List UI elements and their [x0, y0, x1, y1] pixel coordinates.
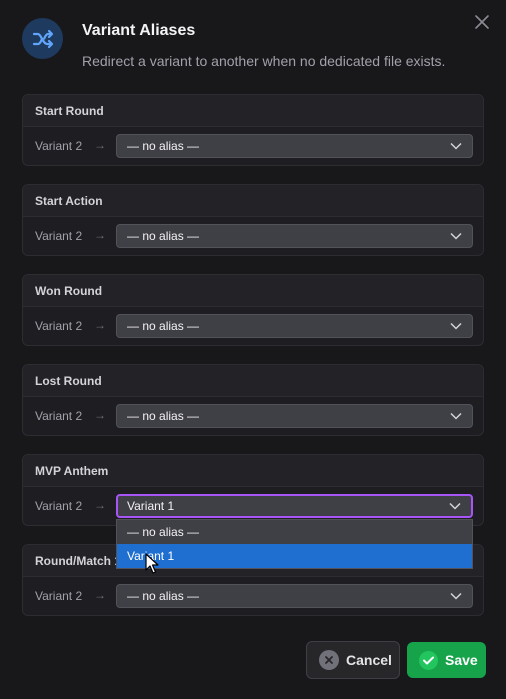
mouse-cursor-icon — [145, 553, 159, 574]
arrow-icon: → — [94, 318, 106, 332]
section-title: MVP Anthem — [23, 455, 483, 487]
section-title: Start Round — [23, 95, 483, 127]
alias-select[interactable]: — no alias — — [116, 314, 473, 338]
chevron-down-icon — [450, 592, 462, 600]
dropdown-option-selected[interactable]: Variant 1 — [117, 544, 472, 568]
variant-label: Variant 2 — [35, 589, 83, 603]
alias-row: Variant 2 → — no alias — — [23, 217, 483, 255]
variant-label: Variant 2 — [35, 409, 83, 423]
save-label: Save — [445, 652, 478, 668]
dropdown-option[interactable]: — no alias — — [117, 520, 472, 544]
cancel-label: Cancel — [346, 652, 392, 668]
section-title: Won Round — [23, 275, 483, 307]
chevron-down-icon — [450, 232, 462, 240]
alias-select-value: Variant 1 — [127, 499, 175, 513]
variant-label: Variant 2 — [35, 319, 83, 333]
dialog-subtitle: Redirect a variant to another when no de… — [82, 53, 446, 69]
arrow-icon: → — [94, 408, 106, 422]
section-start-round: Start Round Variant 2 → — no alias — — [22, 94, 484, 166]
alias-select-value: — no alias — — [127, 229, 200, 243]
arrow-icon: → — [94, 498, 106, 512]
alias-row: Variant 2 → — no alias — — [23, 577, 483, 615]
alias-select[interactable]: — no alias — — [116, 584, 473, 608]
close-button[interactable] — [472, 12, 492, 32]
alias-select-value: — no alias — — [127, 139, 200, 153]
close-circle-icon — [319, 650, 339, 670]
alias-select-value: — no alias — — [127, 319, 200, 333]
section-title: Start Action — [23, 185, 483, 217]
section-lost-round: Lost Round Variant 2 → — no alias — — [22, 364, 484, 436]
variant-label: Variant 2 — [35, 139, 83, 153]
close-icon — [475, 15, 489, 29]
dialog-title: Variant Aliases — [82, 22, 196, 39]
arrow-icon: → — [94, 228, 106, 242]
alias-dropdown-list: — no alias — Variant 1 — [116, 519, 473, 569]
alias-row: Variant 2 → — no alias — — [23, 307, 483, 345]
section-won-round: Won Round Variant 2 → — no alias — — [22, 274, 484, 346]
save-button[interactable]: Save — [407, 642, 486, 678]
alias-select[interactable]: — no alias — — [116, 404, 473, 428]
chevron-down-icon — [450, 412, 462, 420]
alias-select-value: — no alias — — [127, 409, 200, 423]
alias-select[interactable]: — no alias — — [116, 134, 473, 158]
alias-select[interactable]: Variant 1 — [116, 494, 473, 518]
section-title: Lost Round — [23, 365, 483, 397]
variant-aliases-dialog: Variant Aliases Redirect a variant to an… — [0, 0, 506, 699]
variant-label: Variant 2 — [35, 499, 83, 513]
shuffle-icon — [22, 18, 63, 59]
arrow-icon: → — [94, 138, 106, 152]
chevron-down-icon — [450, 322, 462, 330]
section-mvp-anthem: MVP Anthem Variant 2 → Variant 1 — [22, 454, 484, 526]
chevron-down-icon — [450, 142, 462, 150]
cancel-button[interactable]: Cancel — [306, 641, 400, 679]
check-circle-icon — [419, 650, 438, 670]
arrow-icon: → — [94, 588, 106, 602]
variant-label: Variant 2 — [35, 229, 83, 243]
alias-row: Variant 2 → — no alias — — [23, 127, 483, 165]
alias-row: Variant 2 → — no alias — — [23, 397, 483, 435]
chevron-down-icon — [449, 502, 461, 510]
section-start-action: Start Action Variant 2 → — no alias — — [22, 184, 484, 256]
alias-select[interactable]: — no alias — — [116, 224, 473, 248]
alias-select-value: — no alias — — [127, 589, 200, 603]
